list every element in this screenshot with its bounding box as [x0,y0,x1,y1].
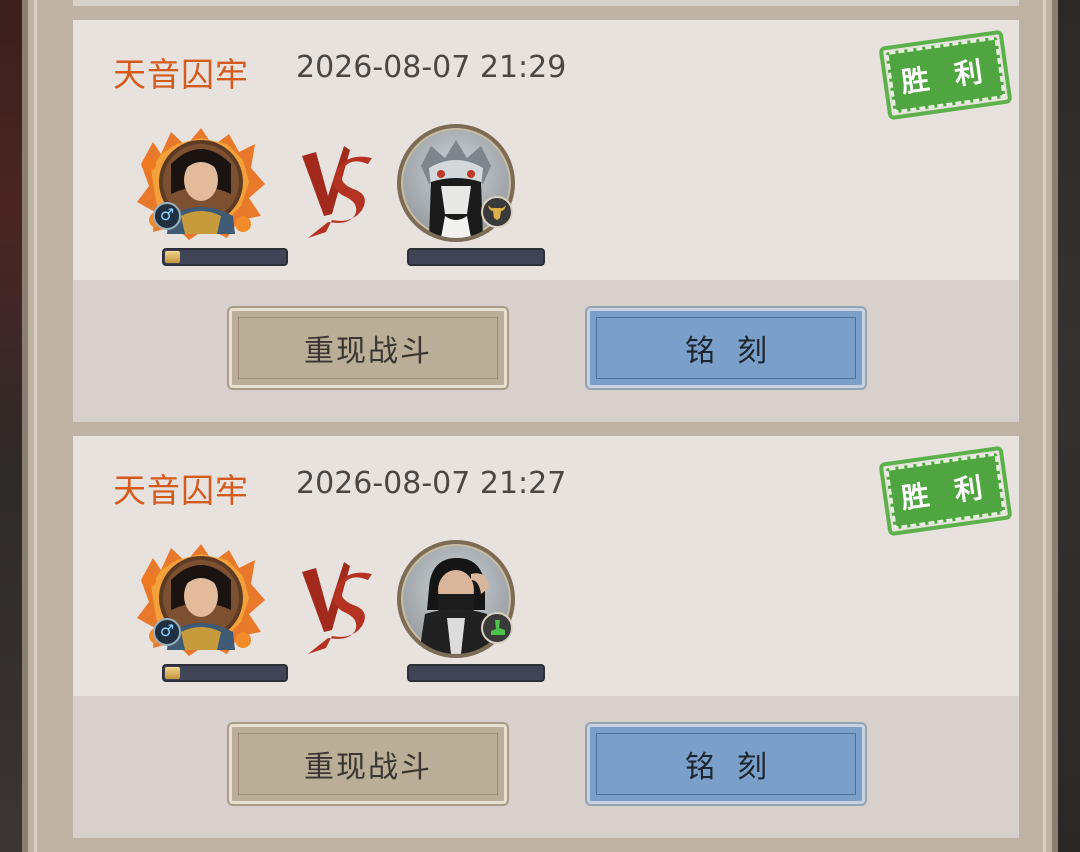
male-gender-icon: ♂ [153,618,181,646]
player-progress-bar [162,664,288,682]
victory-stamp: 胜 利 [878,29,1013,121]
green-boot-icon [481,612,513,644]
battle-timestamp: 2026-08-07 21:27 [296,466,567,501]
opponent-progress-bar [407,248,545,266]
previous-record-edge [73,0,1019,6]
player-progress-fill [165,251,180,263]
record-actions: 重现战斗 铭刻 [73,696,1019,838]
replay-battle-button[interactable]: 重现战斗 [229,308,507,388]
battle-record-card: 天音囚牢 2026-08-07 21:29 胜 利 ♂ 重现战斗 铭刻 [73,20,1019,422]
replay-battle-button[interactable]: 重现战斗 [229,724,507,804]
victory-stamp: 胜 利 [878,445,1013,537]
player-progress-fill [165,667,180,679]
record-actions: 重现战斗 铭刻 [73,280,1019,422]
battle-location: 天音囚牢 [113,55,249,94]
player-avatar[interactable] [131,124,271,244]
vs-icon [302,562,372,654]
vs-icon [302,146,372,238]
result-label: 胜 利 [898,469,993,516]
player-avatar[interactable] [131,540,271,660]
engrave-button[interactable]: 铭刻 [587,308,865,388]
result-label: 胜 利 [898,53,993,100]
battle-timestamp: 2026-08-07 21:29 [296,50,567,85]
battle-records-panel: 天音囚牢 2026-08-07 21:29 胜 利 ♂ 重现战斗 铭刻 天音囚牢… [22,0,1058,852]
battle-location: 天音囚牢 [113,471,249,510]
male-gender-icon: ♂ [153,202,181,230]
player-progress-bar [162,248,288,266]
opponent-progress-bar [407,664,545,682]
engrave-button[interactable]: 铭刻 [587,724,865,804]
bull-head-icon [481,196,513,228]
battle-record-card: 天音囚牢 2026-08-07 21:27 胜 利 ♂ 重现战斗 铭刻 [73,436,1019,838]
